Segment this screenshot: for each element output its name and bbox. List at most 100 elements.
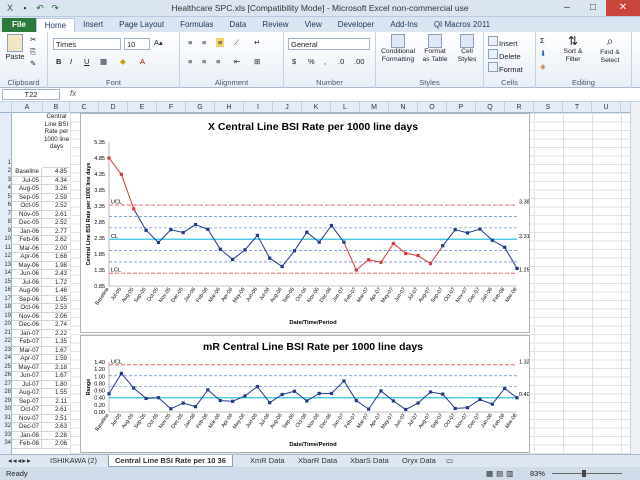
table-row[interactable]: Aug-07 1.55: [12, 389, 70, 398]
table-row[interactable]: Jan-07 2.22: [12, 329, 70, 338]
view-buttons[interactable]: ▦▤▥: [486, 467, 516, 480]
format-painter-icon[interactable]: ✎: [30, 59, 36, 68]
tab-formulas[interactable]: Formulas: [172, 18, 221, 32]
zoom-slider-thumb[interactable]: [582, 470, 586, 477]
sheet-tab-xbarr[interactable]: XbarR Data: [292, 455, 343, 467]
fill-color-icon[interactable]: ◆: [120, 57, 126, 66]
wrap-text-icon[interactable]: ↵: [254, 38, 260, 47]
autosum-icon[interactable]: Σ: [540, 36, 545, 45]
row-header[interactable]: 9: [0, 228, 12, 234]
align-right-icon[interactable]: ≡: [216, 57, 220, 66]
column-header-s[interactable]: S: [534, 102, 563, 113]
row-header[interactable]: 6: [0, 202, 12, 208]
font-name-combo[interactable]: Times: [53, 38, 121, 50]
row-header[interactable]: 16: [0, 287, 12, 293]
currency-button[interactable]: $: [292, 57, 296, 66]
row-header[interactable]: 20: [0, 321, 12, 327]
table-row[interactable]: Mar-07 1.67: [12, 346, 70, 355]
column-header-h[interactable]: H: [215, 102, 244, 113]
table-row[interactable]: May-06 1.98: [12, 261, 70, 270]
column-header-n[interactable]: N: [389, 102, 418, 113]
row-header[interactable]: 1: [0, 160, 12, 166]
fill-icon[interactable]: ⬇: [540, 49, 546, 58]
row-header[interactable]: 14: [0, 270, 12, 276]
row-header[interactable]: 17: [0, 296, 12, 302]
column-header-f[interactable]: F: [157, 102, 186, 113]
row-header[interactable]: 32: [0, 423, 12, 429]
row-header[interactable]: 10: [0, 236, 12, 242]
row-header[interactable]: 31: [0, 415, 12, 421]
column-header-b[interactable]: B: [43, 102, 70, 113]
row-header[interactable]: 13: [0, 262, 12, 268]
select-all-corner[interactable]: [0, 102, 12, 113]
indent-icon[interactable]: ⇤: [234, 57, 240, 66]
column-header-p[interactable]: P: [447, 102, 476, 113]
row-header[interactable]: 24: [0, 355, 12, 361]
column-header-c[interactable]: C: [70, 102, 99, 113]
tab-review[interactable]: Review: [254, 18, 296, 32]
row-header[interactable]: 27: [0, 381, 12, 387]
grow-font-icon[interactable]: A▴: [154, 38, 163, 47]
table-row[interactable]: Apr-07 1.59: [12, 355, 70, 364]
table-row[interactable]: Dec-05 2.52: [12, 219, 70, 228]
orientation-icon[interactable]: ⟋: [234, 38, 239, 48]
row-header[interactable]: 23: [0, 347, 12, 353]
row-header[interactable]: 12: [0, 253, 12, 259]
close-button[interactable]: ✕: [606, 0, 640, 16]
table-row[interactable]: Baseline 4.85: [12, 168, 70, 177]
table-row[interactable]: Nov-05 2.61: [12, 210, 70, 219]
find-select-button[interactable]: ⌕ Find & Select: [592, 34, 628, 65]
insert-sheet-icon[interactable]: ▭: [440, 455, 459, 467]
table-row[interactable]: Oct-05 2.52: [12, 202, 70, 211]
row-header[interactable]: 21: [0, 330, 12, 336]
zoom-level[interactable]: 83%: [530, 467, 545, 480]
table-row[interactable]: Aug-06 1.46: [12, 287, 70, 296]
redo-icon[interactable]: ↷: [49, 2, 61, 14]
tab-view[interactable]: View: [297, 18, 330, 32]
column-header-q[interactable]: Q: [476, 102, 505, 113]
bold-button[interactable]: B: [56, 57, 61, 66]
row-header[interactable]: 8: [0, 219, 12, 225]
row-header[interactable]: 3: [0, 177, 12, 183]
table-row[interactable]: Jun-06 2.43: [12, 270, 70, 279]
row-header[interactable]: 33: [0, 432, 12, 438]
comma-button[interactable]: ,: [324, 57, 326, 66]
x-chart[interactable]: X Central Line BSI Rate per 1000 line da…: [80, 113, 530, 333]
row-header[interactable]: 34: [0, 440, 12, 446]
sort-filter-button[interactable]: ⇅ Sort & Filter: [556, 34, 590, 64]
tab-home[interactable]: Home: [35, 18, 76, 32]
sheet-tab-central-line[interactable]: Central Line BSI Rate per 10 36: [108, 455, 233, 467]
table-row[interactable]: Sep-06 1.95: [12, 295, 70, 304]
row-header[interactable]: 30: [0, 406, 12, 412]
column-header-g[interactable]: G: [186, 102, 215, 113]
minimize-button[interactable]: –: [554, 0, 580, 16]
row-header[interactable]: 25: [0, 364, 12, 370]
table-row[interactable]: Feb-06 2.62: [12, 236, 70, 245]
row-header[interactable]: 2: [0, 168, 12, 174]
format-cells-button[interactable]: Format: [488, 62, 523, 74]
table-row[interactable]: Oct-07 2.61: [12, 406, 70, 415]
table-row[interactable]: Sep-07 2.11: [12, 397, 70, 406]
column-header-e[interactable]: E: [128, 102, 157, 113]
cell-styles-button[interactable]: Cell Styles: [452, 34, 482, 64]
row-header[interactable]: 4: [0, 185, 12, 191]
zoom-slider[interactable]: [552, 473, 622, 474]
column-header-i[interactable]: I: [244, 102, 273, 113]
table-row[interactable]: Feb-08 2.06: [12, 440, 70, 449]
column-header-r[interactable]: R: [505, 102, 534, 113]
insert-cells-button[interactable]: Insert: [488, 36, 518, 48]
tab-file[interactable]: File: [2, 18, 36, 32]
table-row[interactable]: Nov-06 2.06: [12, 312, 70, 321]
insert-function-icon[interactable]: fx: [70, 89, 76, 98]
clear-icon[interactable]: ◈: [540, 62, 546, 71]
copy-icon[interactable]: ⎘: [30, 47, 36, 57]
column-header-j[interactable]: J: [273, 102, 302, 113]
table-row[interactable]: Jan-08 2.28: [12, 431, 70, 440]
table-row[interactable]: Dec-06 2.74: [12, 321, 70, 330]
undo-icon[interactable]: ↶: [34, 2, 46, 14]
tab-add-ins[interactable]: Add-Ins: [382, 18, 426, 32]
row-header[interactable]: 7: [0, 211, 12, 217]
align-bottom-icon[interactable]: ≡: [216, 38, 225, 47]
paste-button[interactable]: Paste: [4, 34, 26, 61]
merge-icon[interactable]: ⊞: [254, 57, 260, 66]
